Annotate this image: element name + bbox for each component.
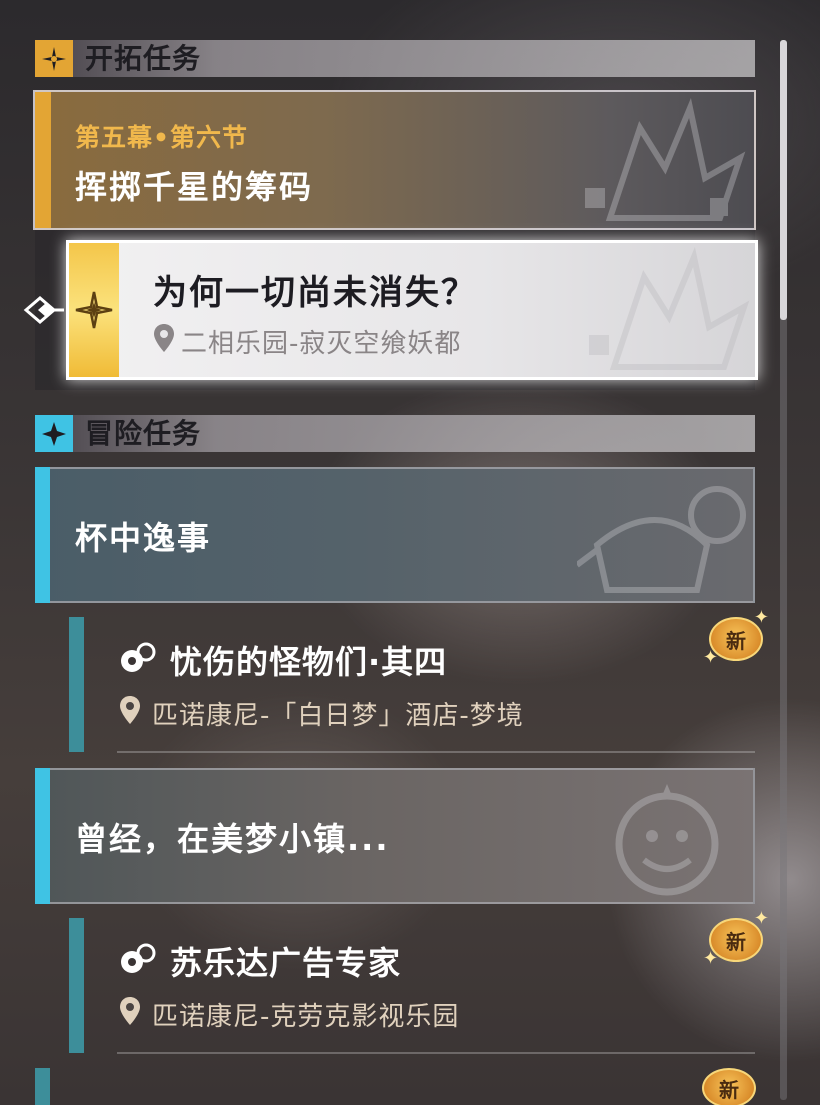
location-pin-icon (120, 997, 140, 1025)
adventure-quest-group[interactable]: 曾经，在美梦小镇... (35, 768, 755, 904)
trailblaze-quest-group[interactable]: 第五幕•第六节 挥掷千星的筹码 (33, 90, 756, 230)
trailblaze-quest-badge (69, 243, 119, 377)
diamond-arrow-icon (23, 296, 64, 324)
location-pin-icon (154, 324, 174, 352)
divider (117, 1052, 755, 1054)
trailblaze-accent-stripe (35, 92, 51, 228)
new-badge: 新 (702, 1068, 756, 1105)
sparkle-icon: ✦ (703, 948, 719, 969)
four-point-star-icon (35, 415, 73, 452)
trailblaze-emblem-icon (585, 98, 746, 221)
teapot-emblem-icon (577, 486, 746, 593)
adventure-quest-title: 苏乐达广告专家 (170, 944, 402, 982)
divider (117, 751, 755, 753)
adventure-quest-item[interactable]: 苏乐达广告专家 匹诺康尼-克劳克影视乐园 新 ✦ ✦ (35, 904, 769, 1064)
adventure-quest-title: 忧伤的怪物们·其四 (170, 643, 448, 681)
quest-emblem-icon (589, 247, 750, 370)
selected-trailblaze-quest[interactable]: 为何一切尚未消失？ 二相乐园-寂灭空飨妖都 (66, 240, 758, 380)
adventure-section-header: 冒险任务 (35, 415, 755, 452)
quest-star-icon (75, 291, 113, 329)
sparkle-icon: ✦ (753, 908, 769, 929)
adventure-quest-location: 匹诺康尼-「白日梦」酒店-梦境 (152, 701, 524, 731)
adventure-quest-icon (121, 642, 156, 672)
new-badge: 新 ✦ ✦ (703, 910, 769, 968)
adventure-quest-icon (121, 943, 156, 973)
new-badge-label: 新 (726, 628, 746, 653)
trailblaze-quest-title: 为何一切尚未消失？ (153, 273, 477, 313)
adventure-accent-stripe (35, 768, 50, 904)
new-badge-label: 新 (726, 929, 746, 954)
adventure-quest-stripe (69, 617, 84, 752)
trailblaze-quest-location: 二相乐园-寂灭空飨妖都 (181, 329, 462, 359)
adventure-accent-stripe (35, 467, 50, 603)
adventure-quest-stripe (69, 918, 84, 1053)
compass-star-icon (35, 40, 73, 77)
clock-mascot-emblem-icon (615, 784, 719, 896)
scrollbar-thumb[interactable] (780, 40, 787, 320)
new-badge-label: 新 (719, 1077, 739, 1102)
adventure-quest-item[interactable]: 忧伤的怪物们·其四 匹诺康尼-「白日梦」酒店-梦境 新 ✦ ✦ (35, 603, 769, 763)
adventure-group-title: 曾经，在美梦小镇... (75, 820, 390, 858)
adventure-quest-location: 匹诺康尼-克劳克影视乐园 (152, 1002, 460, 1032)
sparkle-icon: ✦ (753, 607, 769, 628)
trailblaze-chapter-label: 第五幕•第六节 (75, 123, 248, 152)
trailblaze-section-title: 开拓任务 (85, 42, 202, 75)
adventure-quest-group[interactable]: 杯中逸事 (35, 467, 755, 603)
adventure-group-title: 杯中逸事 (75, 519, 212, 557)
trailblaze-section-header: 开拓任务 (35, 40, 755, 77)
adventure-section-title: 冒险任务 (85, 417, 202, 450)
location-pin-icon (120, 696, 140, 724)
sparkle-icon: ✦ (703, 647, 719, 668)
adventure-quest-stripe (35, 1068, 50, 1105)
new-badge: 新 ✦ ✦ (703, 609, 769, 667)
trailblaze-group-title: 挥掷千星的筹码 (75, 168, 314, 206)
